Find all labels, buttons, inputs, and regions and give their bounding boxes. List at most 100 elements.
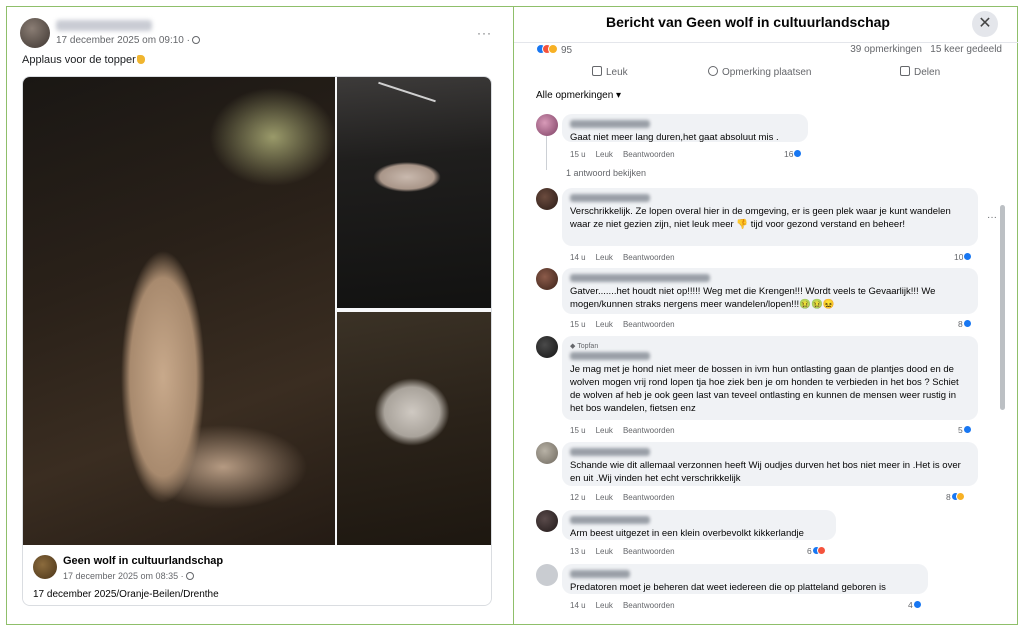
commenter-name-redacted[interactable] <box>570 274 710 282</box>
commenter-avatar[interactable] <box>536 268 558 290</box>
sad-reaction-icon <box>548 44 558 54</box>
comment-likes[interactable]: 16 <box>784 149 803 159</box>
commenter-avatar[interactable] <box>536 336 558 358</box>
commenter-avatar[interactable] <box>536 510 558 532</box>
post-menu-icon[interactable]: ··· <box>477 26 492 40</box>
comment-likes-count: 5 <box>958 425 963 435</box>
comment-meta: 15 u Leuk Beantwoorden <box>570 150 685 159</box>
author-avatar[interactable] <box>20 18 50 48</box>
like-reaction-icon <box>963 252 973 261</box>
commenter-avatar[interactable] <box>536 114 558 136</box>
comment-like-link[interactable]: Leuk <box>596 426 613 435</box>
comment-reply-link[interactable]: Beantwoorden <box>623 253 675 262</box>
like-label: Leuk <box>606 67 628 78</box>
comment-reply-link[interactable]: Beantwoorden <box>623 601 675 610</box>
comment-text: Gaat niet meer lang duren,het gaat absol… <box>570 132 779 143</box>
commenter-avatar[interactable] <box>536 442 558 464</box>
comment-likes[interactable]: 8 <box>946 492 965 502</box>
shared-time-text: 17 december 2025 om 08:35 · <box>63 571 184 581</box>
comment-text: Gatver.......het houdt niet op!!!!! Weg … <box>570 286 936 310</box>
shared-post-card[interactable]: Geen wolf in cultuurlandschap 17 decembe… <box>22 76 492 606</box>
shared-page-avatar[interactable] <box>33 555 57 579</box>
comment-like-link[interactable]: Leuk <box>596 493 613 502</box>
comment-age[interactable]: 15 u <box>570 150 586 159</box>
comment-bubble: Gatver.......het houdt niet op!!!!! Weg … <box>562 268 978 314</box>
comments-count[interactable]: 39 opmerkingen <box>850 44 922 55</box>
comment-options-icon[interactable]: ··· <box>987 212 997 223</box>
reactions-summary[interactable]: 95 <box>536 44 573 56</box>
comment-meta: 15 u Leuk Beantwoorden <box>570 426 685 435</box>
comment-likes[interactable]: 4 <box>908 600 922 610</box>
commenter-name-redacted[interactable] <box>570 194 650 202</box>
comment-like-link[interactable]: Leuk <box>596 547 613 556</box>
shared-timestamp[interactable]: 17 december 2025 om 08:35 · <box>63 571 194 581</box>
shared-caption: 17 december 2025/Oranje-Beilen/Drenthe <box>33 589 219 600</box>
reactions-count: 95 <box>561 45 573 56</box>
comment-like-link[interactable]: Leuk <box>596 320 613 329</box>
comment-meta: 13 u Leuk Beantwoorden <box>570 547 685 556</box>
comment-text: Arm beest uitgezet in een klein overbevo… <box>570 528 804 539</box>
comment-like-link[interactable]: Leuk <box>596 601 613 610</box>
comment-filter-dropdown[interactable]: Alle opmerkingen ▾ <box>536 90 621 101</box>
post-timestamp[interactable]: 17 december 2025 om 09:10 · <box>56 35 200 46</box>
reaction-stats: 95 39 opmerkingen 15 keer gedeeld <box>536 44 1002 58</box>
share-icon <box>900 66 910 76</box>
comment-reply-link[interactable]: Beantwoorden <box>623 150 675 159</box>
comment-likes-count: 4 <box>908 600 913 610</box>
photo-top-right[interactable] <box>337 77 491 308</box>
post-text: Applaus voor de topper <box>22 54 145 66</box>
comment-bubble: Predatoren moet je beheren dat weet iede… <box>562 564 928 594</box>
comment-bubble: Verschrikkelijk. Ze lopen overal hier in… <box>562 188 978 246</box>
action-bar: Leuk Opmerking plaatsen Delen <box>536 62 1002 84</box>
commenter-name-redacted[interactable] <box>570 120 650 128</box>
like-reaction-icon <box>962 425 972 434</box>
shares-count[interactable]: 15 keer gedeeld <box>930 44 1002 55</box>
commenter-name-redacted[interactable] <box>570 570 630 578</box>
photo-bottom-right[interactable] <box>337 312 491 545</box>
shared-post-footer: Geen wolf in cultuurlandschap 17 decembe… <box>23 545 491 605</box>
comment-reply-link[interactable]: Beantwoorden <box>623 547 675 556</box>
share-label: Delen <box>914 67 941 78</box>
heart-reaction-icon <box>816 546 826 555</box>
comments-scrollbar[interactable] <box>1000 205 1005 410</box>
comment-like-link[interactable]: Leuk <box>596 150 613 159</box>
like-button[interactable]: Leuk <box>592 66 628 78</box>
close-icon[interactable]: ✕ <box>972 11 998 37</box>
comment-age[interactable]: 13 u <box>570 547 586 556</box>
comment-likes[interactable]: 10 <box>954 252 973 262</box>
comment-likes[interactable]: 6 <box>807 546 826 556</box>
comment-age[interactable]: 12 u <box>570 493 586 502</box>
default-avatar-icon[interactable] <box>536 564 558 586</box>
shared-page-name[interactable]: Geen wolf in cultuurlandschap <box>63 555 223 567</box>
comment-icon <box>708 66 718 76</box>
comment-age[interactable]: 15 u <box>570 426 586 435</box>
comment-reply-link[interactable]: Beantwoorden <box>623 493 675 502</box>
comment-likes[interactable]: 5 <box>958 425 972 435</box>
like-reaction-icon <box>962 319 972 328</box>
comment-likes[interactable]: 8 <box>958 319 972 329</box>
comment-age[interactable]: 15 u <box>570 320 586 329</box>
comment-reply-link[interactable]: Beantwoorden <box>623 320 675 329</box>
comment-button[interactable]: Opmerking plaatsen <box>708 66 812 78</box>
view-replies-link[interactable]: 1 antwoord bekijken <box>566 168 646 178</box>
comment-meta: 14 u Leuk Beantwoorden <box>570 601 685 610</box>
photo-main[interactable] <box>23 77 335 545</box>
commenter-name-redacted[interactable] <box>570 448 650 456</box>
comment-like-link[interactable]: Leuk <box>596 253 613 262</box>
share-button[interactable]: Delen <box>900 66 940 78</box>
comment-age[interactable]: 14 u <box>570 253 586 262</box>
sad-reaction-icon <box>955 492 965 501</box>
comment-meta: 15 u Leuk Beantwoorden <box>570 320 685 329</box>
commenter-avatar[interactable] <box>536 188 558 210</box>
comment-reply-link[interactable]: Beantwoorden <box>623 426 675 435</box>
comment-likes-count: 6 <box>807 546 812 556</box>
commenter-name-redacted[interactable] <box>570 516 650 524</box>
author-name-redacted[interactable] <box>56 20 152 31</box>
reply-thread-line <box>546 136 547 170</box>
post-header: 17 december 2025 om 09:10 · ··· <box>20 18 500 50</box>
comment-age[interactable]: 14 u <box>570 601 586 610</box>
post-time-text: 17 december 2025 om 09:10 · <box>56 35 190 46</box>
comment-meta: 12 u Leuk Beantwoorden <box>570 493 685 502</box>
thumbs-up-icon <box>592 66 602 76</box>
commenter-name-redacted[interactable] <box>570 352 650 360</box>
